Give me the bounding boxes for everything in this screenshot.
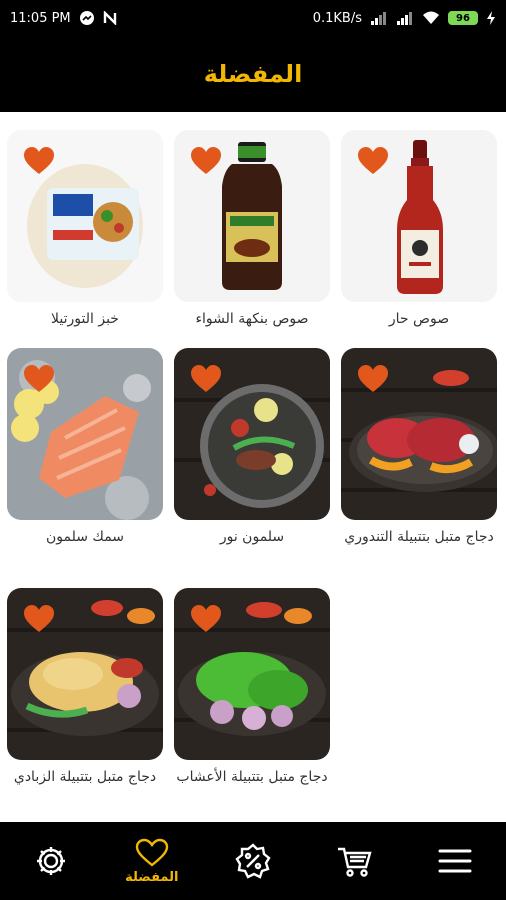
product-name: صوص حار bbox=[388, 311, 450, 327]
wifi-icon bbox=[422, 11, 440, 25]
product-name: دجاج متبل بتتبيلة الأعشاب bbox=[176, 769, 328, 785]
app-header: المفضلة bbox=[0, 36, 506, 112]
battery-icon: 96 bbox=[448, 11, 478, 25]
page-title: المفضلة bbox=[203, 60, 303, 88]
status-right: 0.1KB/s 96 bbox=[313, 11, 496, 26]
messenger-icon bbox=[79, 10, 95, 26]
product-image-tandoori-chicken[interactable] bbox=[341, 348, 497, 520]
nav-favorites-label: المفضلة bbox=[125, 869, 179, 885]
menu-icon bbox=[438, 849, 472, 873]
favorites-grid: صوص حار صوص بنكهة الشواء خبز التورتيلا د… bbox=[0, 112, 506, 822]
settings-icon bbox=[36, 847, 65, 875]
product-image-yogurt-chicken[interactable] bbox=[7, 588, 163, 760]
product-card-tandoori-chicken[interactable]: دجاج متبل بتتبيلة التندوري bbox=[341, 348, 497, 547]
product-name: دجاج متبل بتتبيلة الزبادي bbox=[13, 769, 157, 785]
product-card-hot-sauce[interactable]: صوص حار bbox=[341, 130, 497, 329]
product-image-tortilla[interactable] bbox=[7, 130, 163, 302]
favorite-heart-icon[interactable] bbox=[190, 364, 222, 394]
nav-discounts[interactable] bbox=[213, 822, 293, 900]
product-image-bbq-sauce[interactable] bbox=[174, 130, 330, 302]
favorite-heart-icon[interactable] bbox=[357, 146, 389, 176]
product-card-salmon-fillet[interactable]: سمك سلمون bbox=[7, 348, 163, 547]
favorite-heart-icon[interactable] bbox=[23, 604, 55, 634]
battery-level: 96 bbox=[456, 12, 470, 24]
product-image-salmon-fillet[interactable] bbox=[7, 348, 163, 520]
product-name: خبز التورتيلا bbox=[51, 311, 119, 327]
status-time: 11:05 PM bbox=[10, 10, 71, 26]
nav-favorites[interactable]: المفضلة bbox=[112, 822, 192, 900]
cart-icon bbox=[338, 847, 372, 877]
favorite-heart-icon[interactable] bbox=[357, 364, 389, 394]
product-image-hot-sauce[interactable] bbox=[341, 130, 497, 302]
status-left: 11:05 PM bbox=[10, 10, 117, 26]
favorite-heart-icon[interactable] bbox=[23, 364, 55, 394]
product-card-yogurt-chicken[interactable]: دجاج متبل بتتبيلة الزبادي bbox=[7, 588, 163, 787]
nav-cart[interactable] bbox=[314, 822, 394, 900]
status-bar: 11:05 PM 0.1KB/s 96 bbox=[0, 0, 506, 36]
product-name: سلمون نور bbox=[219, 529, 285, 545]
favorite-heart-icon[interactable] bbox=[190, 604, 222, 634]
product-name: سمك سلمون bbox=[45, 529, 125, 545]
nav-settings[interactable] bbox=[11, 822, 91, 900]
n-icon bbox=[103, 11, 117, 25]
nav-menu[interactable] bbox=[415, 822, 495, 900]
charging-icon bbox=[486, 11, 496, 25]
signal-icon bbox=[396, 11, 414, 25]
bottom-nav: المفضلة bbox=[0, 822, 506, 900]
product-card-tortilla[interactable]: خبز التورتيلا bbox=[7, 130, 163, 329]
product-name: دجاج متبل بتتبيلة التندوري bbox=[344, 529, 494, 545]
product-image-herb-chicken[interactable] bbox=[174, 588, 330, 760]
product-card-bbq-sauce[interactable]: صوص بنكهة الشواء bbox=[174, 130, 330, 329]
product-image-salmon-salad[interactable] bbox=[174, 348, 330, 520]
product-card-herb-chicken[interactable]: دجاج متبل بتتبيلة الأعشاب bbox=[174, 588, 330, 787]
favorite-heart-icon[interactable] bbox=[190, 146, 222, 176]
network-speed: 0.1KB/s bbox=[312, 10, 362, 26]
signal-icon bbox=[370, 11, 388, 25]
product-card-salmon-salad[interactable]: سلمون نور bbox=[174, 348, 330, 547]
product-name: صوص بنكهة الشواء bbox=[195, 311, 309, 327]
heart-icon bbox=[135, 838, 168, 867]
discount-icon bbox=[235, 843, 271, 879]
favorite-heart-icon[interactable] bbox=[23, 146, 55, 176]
